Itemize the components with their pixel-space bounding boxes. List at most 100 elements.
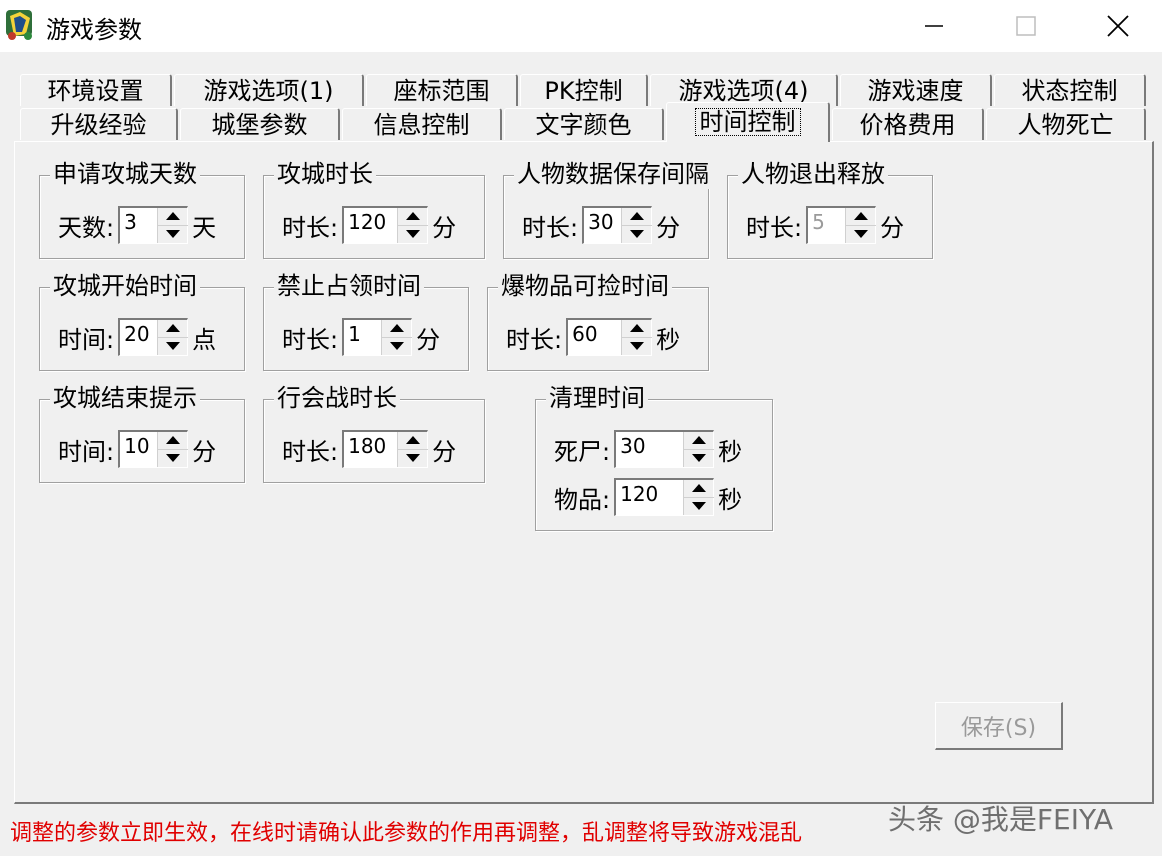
spin-up-arrow-icon[interactable] <box>684 480 715 498</box>
group-guild-war: 行会战时长 时长: 180 分 <box>263 383 485 483</box>
spin-down-arrow-icon[interactable] <box>622 226 652 244</box>
spin-down-arrow-icon[interactable] <box>158 450 188 468</box>
spinner-value[interactable]: 1 <box>348 322 361 346</box>
spinner-value[interactable]: 3 <box>124 210 137 234</box>
group-siege-end-notice: 攻城结束提示 时间: 10 分 <box>39 383 245 483</box>
unit-label: 点 <box>192 325 217 354</box>
unit-label: 分 <box>432 213 457 242</box>
spin-up-arrow-icon[interactable] <box>398 432 429 450</box>
spin-up-arrow-icon[interactable] <box>622 208 653 226</box>
field-label: 天数: <box>58 213 115 242</box>
unit-label: 分 <box>192 437 217 466</box>
field-label: 死尸: <box>554 437 611 466</box>
spinner-value[interactable]: 10 <box>124 434 149 458</box>
spinner-value[interactable]: 120 <box>620 482 658 506</box>
group-save-interval: 人物数据保存间隔 时长: 30 分 <box>503 159 712 259</box>
window-title: 游戏参数 <box>46 16 142 44</box>
field-label: 时间: <box>58 437 115 466</box>
group-drop-pickup: 爆物品可捡时间 时长: 60 秒 <box>487 271 709 371</box>
unit-label: 天 <box>192 213 217 242</box>
spin-down-arrow-icon[interactable] <box>622 338 652 356</box>
guild-war-spinner[interactable]: 180 <box>342 430 429 468</box>
tab-pk-control[interactable]: PK控制 <box>520 74 648 106</box>
unit-label: 分 <box>656 213 681 242</box>
field-label: 物品: <box>554 485 611 514</box>
tab-time-control[interactable]: 时间控制 <box>666 102 830 142</box>
close-button[interactable] <box>1098 8 1138 44</box>
spinner-value[interactable]: 20 <box>124 322 149 346</box>
spin-up-arrow-icon[interactable] <box>382 320 413 338</box>
spin-down-arrow-icon[interactable] <box>398 226 428 244</box>
maximize-button[interactable] <box>1006 8 1046 44</box>
group-title: 行会战时长 <box>274 383 400 413</box>
save-interval-spinner[interactable]: 30 <box>582 206 653 244</box>
group-title: 人物数据保存间隔 <box>514 159 712 189</box>
spinner-value[interactable]: 30 <box>620 434 645 458</box>
spin-down-arrow-icon[interactable] <box>158 338 188 356</box>
group-title: 攻城结束提示 <box>50 383 200 413</box>
occupy-forbid-spinner[interactable]: 1 <box>342 318 413 356</box>
field-label: 时间: <box>58 325 115 354</box>
minimize-button[interactable] <box>914 8 954 44</box>
siege-apply-days-spinner[interactable]: 3 <box>118 206 189 244</box>
spin-up-arrow-icon[interactable] <box>398 208 429 226</box>
title-bar: 游戏参数 <box>0 0 1162 52</box>
app-logo-icon <box>4 6 36 44</box>
unit-label: 分 <box>880 213 905 242</box>
field-label: 时长: <box>506 325 563 354</box>
item-cleanup-spinner[interactable]: 120 <box>614 478 715 516</box>
group-siege-start: 攻城开始时间 时间: 20 点 <box>39 271 245 371</box>
group-title: 禁止占领时间 <box>274 271 424 301</box>
tab-page-time-control: 申请攻城天数 天数: 3 天 攻城时长 时长: 120 分 人物数据保存间隔 时… <box>14 141 1154 804</box>
tab-price-cost[interactable]: 价格费用 <box>832 108 984 140</box>
field-label: 时长: <box>282 325 339 354</box>
watermark: 头条 @我是FEIYA <box>888 803 1114 836</box>
spin-up-arrow-icon[interactable] <box>158 208 189 226</box>
unit-label: 分 <box>416 325 441 354</box>
tab-castle-params[interactable]: 城堡参数 <box>180 108 340 140</box>
spinner-value[interactable]: 60 <box>572 322 597 346</box>
group-siege-apply-days: 申请攻城天数 天数: 3 天 <box>39 159 245 259</box>
field-label: 时长: <box>282 213 339 242</box>
tab-level-exp[interactable]: 升级经验 <box>20 108 178 140</box>
tab-text-color[interactable]: 文字颜色 <box>504 108 664 140</box>
spinner-value[interactable]: 30 <box>588 210 613 234</box>
group-title: 爆物品可捡时间 <box>498 271 672 301</box>
save-button[interactable]: 保存(S) <box>935 702 1063 750</box>
spin-down-arrow-icon[interactable] <box>398 450 428 468</box>
group-title: 攻城开始时间 <box>50 271 200 301</box>
unit-label: 分 <box>432 437 457 466</box>
drop-pickup-spinner[interactable]: 60 <box>566 318 653 356</box>
spin-down-arrow-icon[interactable] <box>684 498 714 516</box>
spin-up-arrow-icon[interactable] <box>684 432 715 450</box>
siege-start-spinner[interactable]: 20 <box>118 318 189 356</box>
spin-up-arrow-icon[interactable] <box>158 320 189 338</box>
tab-environment[interactable]: 环境设置 <box>20 74 172 106</box>
siege-duration-spinner[interactable]: 120 <box>342 206 429 244</box>
spin-up-arrow-icon[interactable] <box>158 432 189 450</box>
spin-down-arrow-icon[interactable] <box>684 450 714 468</box>
group-title: 人物退出释放 <box>738 159 888 189</box>
tab-game-options-1[interactable]: 游戏选项(1) <box>174 74 364 106</box>
spin-up-arrow-icon[interactable] <box>846 208 877 226</box>
tab-character-death[interactable]: 人物死亡 <box>986 108 1146 140</box>
field-label: 时长: <box>522 213 579 242</box>
tab-coordinate-range[interactable]: 座标范围 <box>366 74 518 106</box>
spin-down-arrow-icon[interactable] <box>158 226 188 244</box>
spinner-value[interactable]: 5 <box>812 210 825 234</box>
logout-release-spinner[interactable]: 5 <box>806 206 877 244</box>
group-siege-duration: 攻城时长 时长: 120 分 <box>263 159 485 259</box>
spinner-value[interactable]: 120 <box>348 210 386 234</box>
tab-info-control[interactable]: 信息控制 <box>342 108 502 140</box>
spinner-value[interactable]: 180 <box>348 434 386 458</box>
group-title: 清理时间 <box>546 383 648 413</box>
siege-end-notice-spinner[interactable]: 10 <box>118 430 189 468</box>
unit-label: 秒 <box>718 485 743 514</box>
spin-up-arrow-icon[interactable] <box>622 320 653 338</box>
spin-down-arrow-icon[interactable] <box>382 338 412 356</box>
spin-down-arrow-icon[interactable] <box>846 226 876 244</box>
corpse-cleanup-spinner[interactable]: 30 <box>614 430 715 468</box>
unit-label: 秒 <box>718 437 743 466</box>
tab-game-speed[interactable]: 游戏速度 <box>840 74 992 106</box>
tab-status-control[interactable]: 状态控制 <box>994 74 1146 106</box>
